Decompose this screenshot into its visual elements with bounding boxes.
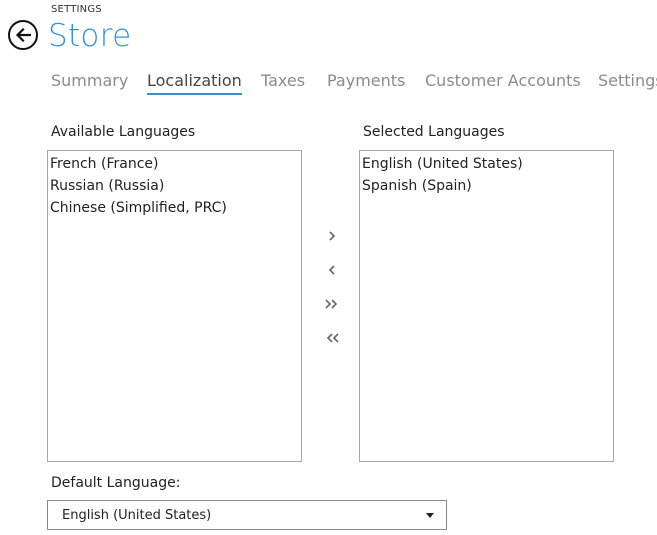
default-language-dropdown[interactable]: English (United States) <box>47 500 447 530</box>
tab-customer-accounts[interactable]: Customer Accounts <box>425 71 581 91</box>
list-item[interactable]: Spanish (Spain) <box>362 175 613 197</box>
double-chevron-right-icon <box>325 299 338 309</box>
list-item[interactable]: Chinese (Simplified, PRC) <box>50 197 301 219</box>
chevron-right-icon <box>329 231 336 241</box>
tab-summary[interactable]: Summary <box>51 71 128 91</box>
chevron-left-icon <box>328 265 335 275</box>
selected-languages-list[interactable]: English (United States) Spanish (Spain) <box>359 150 614 462</box>
tab-localization[interactable]: Localization <box>147 71 242 95</box>
back-button[interactable] <box>8 20 38 50</box>
available-languages-list[interactable]: French (France) Russian (Russia) Chinese… <box>47 150 302 462</box>
list-item[interactable]: French (France) <box>50 153 301 175</box>
selected-languages-label: Selected Languages <box>363 124 505 140</box>
add-all-languages-button[interactable] <box>320 292 344 316</box>
dropdown-arrow-icon <box>426 513 434 518</box>
remove-all-languages-button[interactable] <box>320 326 344 350</box>
double-chevron-left-icon <box>326 333 339 343</box>
available-languages-label: Available Languages <box>51 124 196 140</box>
default-language-label: Default Language: <box>51 475 181 491</box>
page-title: Store <box>48 18 132 54</box>
list-item[interactable]: English (United States) <box>362 153 613 175</box>
add-language-button[interactable] <box>320 224 344 248</box>
remove-language-button[interactable] <box>320 258 344 282</box>
back-arrow-icon <box>15 28 31 42</box>
default-language-value: English (United States) <box>62 508 212 523</box>
tab-settings[interactable]: Settings <box>598 71 657 91</box>
list-item[interactable]: Russian (Russia) <box>50 175 301 197</box>
tab-taxes[interactable]: Taxes <box>261 71 305 91</box>
tab-payments[interactable]: Payments <box>327 71 405 91</box>
